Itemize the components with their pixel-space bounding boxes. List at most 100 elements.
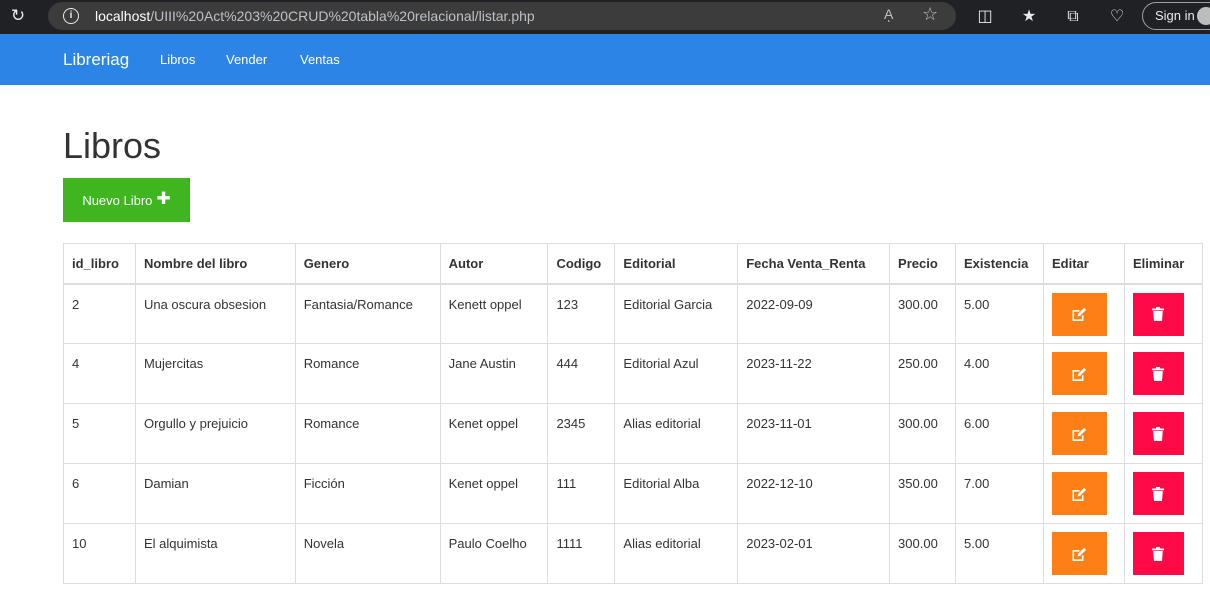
- cell-code: 111: [547, 463, 616, 524]
- cell-author: Jane Austin: [439, 343, 549, 404]
- read-aloud-icon[interactable]: Aͅ: [884, 6, 893, 22]
- col-header-publisher: Editorial: [614, 243, 739, 285]
- table-row: 6 Damian Ficción Kenet oppel 111 Editorial Al…: [63, 463, 1204, 524]
- nav-link-vender[interactable]: Vender: [226, 52, 267, 67]
- cell-edit: [1042, 343, 1125, 404]
- cell-publisher: Editorial Garcia: [614, 283, 739, 344]
- cell-name: El alquimista: [134, 523, 296, 584]
- browser-essentials-icon[interactable]: ♡: [1106, 5, 1128, 27]
- cell-id: 4: [63, 343, 136, 404]
- cell-date: 2022-09-09: [737, 283, 891, 344]
- edit-button[interactable]: [1051, 352, 1107, 395]
- new-book-label: Nuevo Libro: [82, 192, 153, 208]
- url-host: localhost: [95, 8, 151, 24]
- col-header-stock: Existencia: [955, 243, 1044, 285]
- col-header-author: Autor: [439, 243, 549, 285]
- new-book-button[interactable]: Nuevo Libro ✚: [63, 178, 190, 222]
- split-screen-icon[interactable]: ◫: [974, 5, 996, 27]
- delete-button[interactable]: [1132, 532, 1184, 575]
- browser-toolbar: ↻ i localhost/UIII%20Act%203%20CRUD%20ta…: [0, 0, 1210, 34]
- cell-id: 6: [63, 463, 136, 524]
- col-header-genre: Genero: [294, 243, 441, 285]
- cell-author: Kenet oppel: [439, 403, 549, 464]
- sign-in-label: Sign in: [1155, 8, 1195, 23]
- site-info-icon[interactable]: i: [63, 8, 79, 24]
- cell-author: Kenett oppel: [439, 283, 549, 344]
- table-row: 2 Una oscura obsesion Fantasia/Romance Kene…: [63, 283, 1204, 344]
- app-navbar: Libreriag Libros Vender Ventas: [0, 34, 1210, 85]
- cell-stock: 6.00: [955, 403, 1044, 464]
- col-header-date: Fecha Venta_Renta: [737, 243, 891, 285]
- cell-delete: [1123, 283, 1204, 344]
- cell-date: 2023-11-01: [737, 403, 891, 464]
- cell-name: Damian: [134, 463, 296, 524]
- reload-icon[interactable]: ↻: [8, 6, 28, 26]
- cell-id: 10: [63, 523, 136, 584]
- cell-genre: Fantasia/Romance: [294, 283, 441, 344]
- collections-icon[interactable]: ⧉: [1062, 5, 1084, 27]
- cell-code: 444: [547, 343, 616, 404]
- col-header-name: Nombre del libro: [134, 243, 296, 285]
- cell-publisher: Editorial Azul: [614, 343, 739, 404]
- cell-delete: [1123, 403, 1204, 464]
- col-header-edit: Editar: [1042, 243, 1125, 285]
- favorite-star-icon[interactable]: ☆: [922, 4, 938, 25]
- cell-stock: 5.00: [955, 523, 1044, 584]
- sign-in-button[interactable]: Sign in: [1142, 2, 1210, 30]
- cell-code: 1111: [547, 523, 616, 584]
- cell-delete: [1123, 523, 1204, 584]
- avatar-icon: [1197, 7, 1210, 25]
- cell-price: 300.00: [889, 403, 957, 464]
- delete-button[interactable]: [1132, 472, 1184, 515]
- cell-name: Orgullo y prejuicio: [134, 403, 296, 464]
- col-header-delete: Eliminar: [1123, 243, 1204, 285]
- cell-genre: Romance: [294, 343, 441, 404]
- brand-link[interactable]: Libreriag: [63, 50, 129, 70]
- cell-stock: 5.00: [955, 283, 1044, 344]
- cell-price: 300.00: [889, 283, 957, 344]
- edit-button[interactable]: [1051, 412, 1107, 455]
- col-header-id: id_libro: [63, 243, 136, 285]
- table-row: 10 El alquimista Novela Paulo Coelho 1111 Ali…: [63, 523, 1204, 584]
- cell-date: 2023-11-22: [737, 343, 891, 404]
- nav-link-ventas[interactable]: Ventas: [300, 52, 340, 67]
- cell-publisher: Editorial Alba: [614, 463, 739, 524]
- edit-button[interactable]: [1051, 292, 1107, 336]
- page-title: Libros: [63, 125, 162, 166]
- cell-name: Mujercitas: [134, 343, 296, 404]
- cell-genre: Romance: [294, 403, 441, 464]
- table-row: 4 Mujercitas Romance Jane Austin 444 Editoria…: [63, 343, 1204, 404]
- edit-button[interactable]: [1051, 532, 1107, 575]
- cell-id: 5: [63, 403, 136, 464]
- cell-price: 350.00: [889, 463, 957, 524]
- cell-price: 250.00: [889, 343, 957, 404]
- col-header-price: Precio: [889, 243, 957, 285]
- cell-code: 2345: [547, 403, 616, 464]
- cell-id: 2: [63, 283, 136, 344]
- delete-button[interactable]: [1132, 292, 1184, 336]
- cell-edit: [1042, 523, 1125, 584]
- favorites-icon[interactable]: ★: [1018, 5, 1040, 27]
- url-path: /UIII%20Act%203%20CRUD%20tabla%20relacio…: [150, 8, 535, 24]
- address-url[interactable]: localhost/UIII%20Act%203%20CRUD%20tabla%…: [95, 8, 535, 24]
- cell-price: 300.00: [889, 523, 957, 584]
- table-row: 5 Orgullo y prejuicio Romance Kenet oppel 23…: [63, 403, 1204, 464]
- cell-publisher: Alias editorial: [614, 403, 739, 464]
- delete-button[interactable]: [1132, 352, 1184, 395]
- delete-button[interactable]: [1132, 412, 1184, 455]
- cell-publisher: Alias editorial: [614, 523, 739, 584]
- cell-edit: [1042, 283, 1125, 344]
- books-table: id_libro Nombre del libro Genero Autor C…: [63, 243, 1204, 584]
- cell-genre: Ficción: [294, 463, 441, 524]
- cell-author: Kenet oppel: [439, 463, 549, 524]
- table-header-row: id_libro Nombre del libro Genero Autor C…: [63, 243, 1204, 285]
- address-bar[interactable]: i localhost/UIII%20Act%203%20CRUD%20tabl…: [48, 2, 956, 30]
- plus-icon: ✚: [156, 188, 171, 209]
- nav-link-libros[interactable]: Libros: [160, 52, 195, 67]
- cell-author: Paulo Coelho: [439, 523, 549, 584]
- cell-date: 2022-12-10: [737, 463, 891, 524]
- cell-stock: 7.00: [955, 463, 1044, 524]
- cell-delete: [1123, 343, 1204, 404]
- cell-stock: 4.00: [955, 343, 1044, 404]
- edit-button[interactable]: [1051, 472, 1107, 515]
